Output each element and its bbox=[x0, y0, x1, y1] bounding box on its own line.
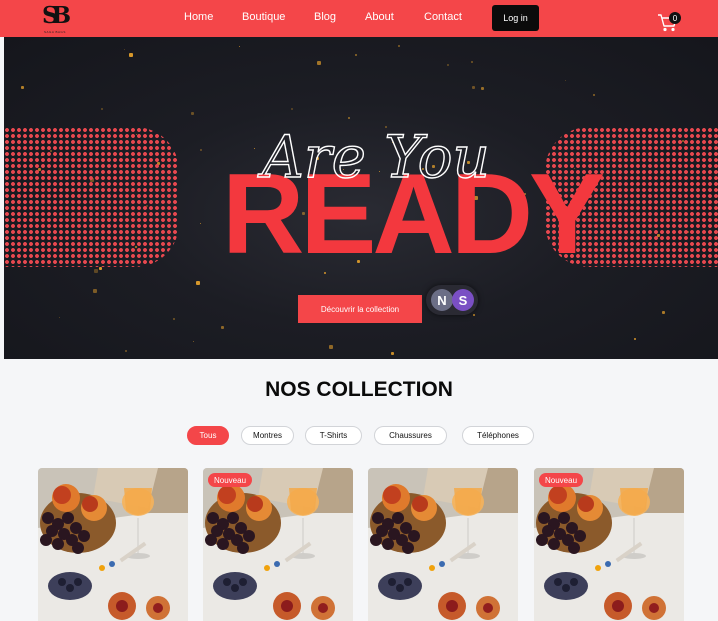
sparkle bbox=[196, 281, 200, 285]
sparkle bbox=[634, 338, 636, 340]
cart-count-badge: 0 bbox=[669, 12, 681, 24]
sparkle bbox=[565, 80, 566, 81]
sparkle bbox=[593, 94, 595, 96]
nav-link-blog[interactable]: Blog bbox=[314, 11, 336, 23]
sparkle bbox=[191, 112, 194, 115]
sparkle bbox=[447, 64, 449, 66]
hero-banner: READY Are You Découvrir la collection N … bbox=[4, 37, 718, 359]
logo-mark: SB bbox=[42, 2, 71, 29]
sparkle bbox=[94, 269, 98, 273]
nav-link-home[interactable]: Home bbox=[184, 11, 213, 23]
product-image bbox=[38, 468, 188, 621]
halftone-decor-left bbox=[4, 127, 179, 267]
product-image bbox=[203, 468, 353, 621]
avatar-n: N bbox=[431, 289, 453, 311]
sparkle bbox=[471, 61, 473, 63]
nav-link-contact[interactable]: Contact bbox=[424, 11, 462, 23]
sparkle bbox=[221, 326, 224, 329]
sparkle bbox=[355, 54, 357, 56]
sparkle bbox=[662, 311, 665, 314]
nav-link-boutique[interactable]: Boutique bbox=[242, 11, 285, 23]
sparkle bbox=[173, 318, 175, 320]
sparkle bbox=[125, 350, 127, 352]
discover-collection-button[interactable]: Découvrir la collection bbox=[298, 295, 422, 323]
product-card[interactable] bbox=[368, 468, 518, 621]
sparkle bbox=[329, 345, 333, 349]
login-button[interactable]: Log in bbox=[492, 5, 539, 31]
filter-telephones[interactable]: Téléphones bbox=[462, 426, 534, 445]
new-badge: Nouveau bbox=[208, 473, 253, 487]
sparkle bbox=[21, 86, 24, 89]
collection-title: NOS COLLECTION bbox=[265, 378, 453, 401]
sparkle bbox=[317, 61, 321, 65]
sparkle bbox=[200, 223, 201, 224]
logo-tagline: SAGA BAGS bbox=[44, 30, 66, 34]
hero-script-text: Are You bbox=[256, 122, 490, 189]
brand-logo[interactable]: SB SAGA BAGS bbox=[42, 2, 72, 34]
product-image bbox=[534, 468, 684, 621]
filter-tshirts[interactable]: T-Shirts bbox=[305, 426, 362, 445]
sparkle bbox=[93, 289, 97, 293]
new-badge: Nouveau bbox=[539, 473, 584, 487]
sparkle bbox=[59, 317, 60, 318]
filter-montres[interactable]: Montres bbox=[241, 426, 294, 445]
product-image bbox=[368, 468, 518, 621]
sparkle bbox=[129, 53, 133, 57]
sparkle bbox=[200, 149, 202, 151]
sparkle bbox=[101, 108, 103, 110]
top-navbar: SB SAGA BAGS Home Boutique Blog About Co… bbox=[0, 0, 718, 37]
product-card[interactable] bbox=[38, 468, 188, 621]
filter-chaussures[interactable]: Chaussures bbox=[374, 426, 447, 445]
sparkle bbox=[239, 46, 240, 47]
sparkle bbox=[99, 267, 102, 270]
product-card[interactable]: Nouveau bbox=[203, 468, 353, 621]
sparkle bbox=[481, 87, 484, 90]
hero-script-text-label: Are You bbox=[257, 123, 490, 189]
sparkle bbox=[472, 86, 475, 89]
sparkle bbox=[124, 49, 125, 50]
sparkle bbox=[398, 45, 400, 47]
sparkle bbox=[193, 341, 194, 342]
product-card[interactable]: Nouveau bbox=[534, 468, 684, 621]
sparkle bbox=[473, 314, 475, 316]
filter-tous[interactable]: Tous bbox=[187, 426, 229, 445]
avatar-group: N S bbox=[426, 285, 478, 315]
sparkle bbox=[391, 352, 394, 355]
nav-link-about[interactable]: About bbox=[365, 11, 394, 23]
avatar-s: S bbox=[452, 289, 474, 311]
